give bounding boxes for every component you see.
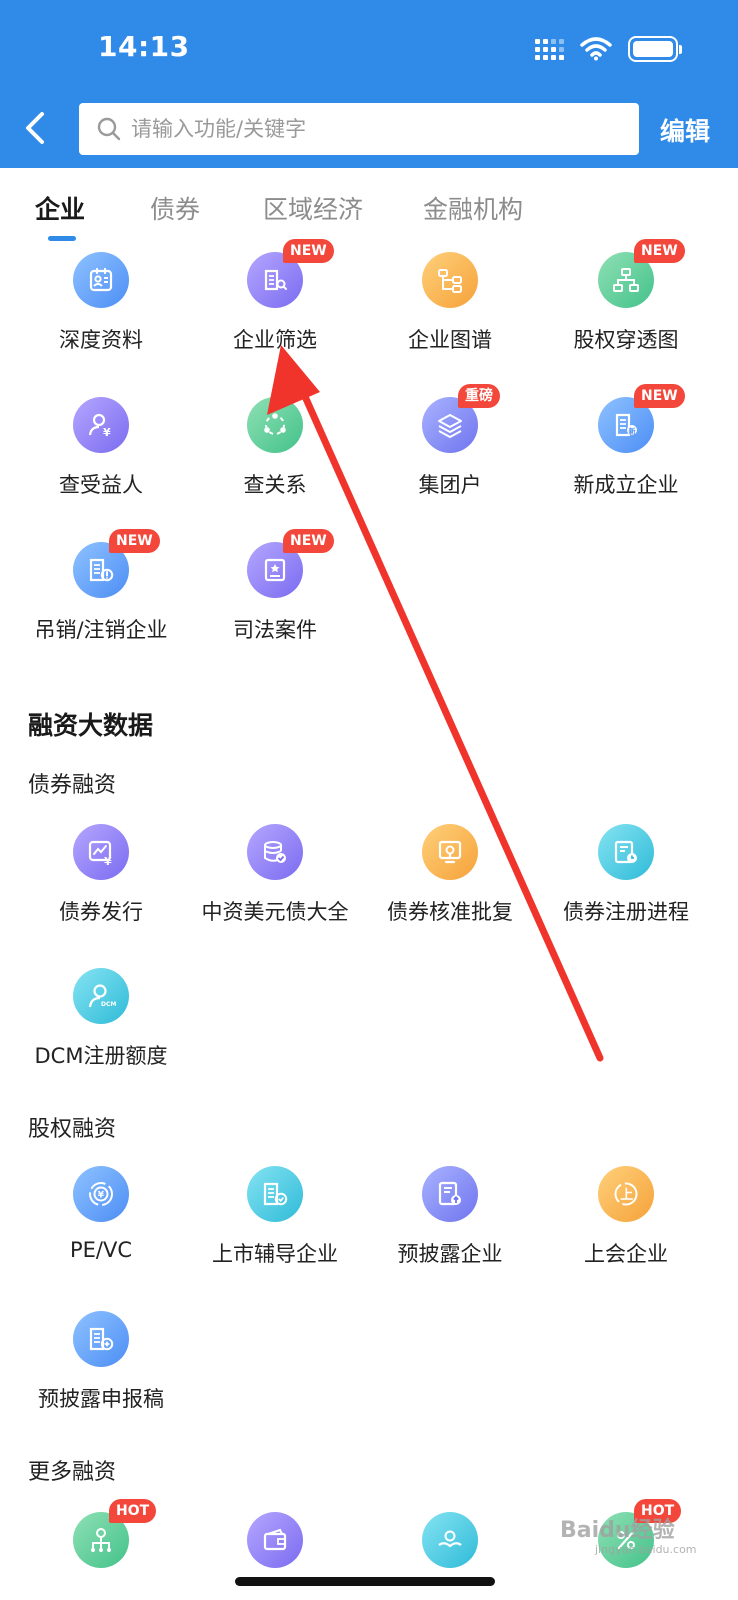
grid-item-meeting-company[interactable]: 上 上会企业 xyxy=(537,1166,715,1276)
featured-badge: 重磅 xyxy=(458,384,500,408)
tab-regional-economy[interactable]: 区域经济 xyxy=(263,190,363,226)
grid-item-label: 企业筛选 xyxy=(233,328,317,352)
subsection-title-equity: 股权融资 xyxy=(28,1117,117,1142)
grid-item-beneficiary[interactable]: ¥ 查受益人 xyxy=(12,397,190,507)
grid-item-company-graph[interactable]: 企业图谱 xyxy=(361,252,539,362)
search-icon xyxy=(97,117,121,141)
top-header: 14:13 编辑 xyxy=(0,0,738,168)
subsection-title-bond: 债券融资 xyxy=(28,773,117,798)
grid-item-label: 预披露申报稿 xyxy=(38,1387,164,1411)
grid-item-listing-tutoring[interactable]: 上市辅导企业 xyxy=(186,1166,364,1276)
hot-badge: HOT xyxy=(109,1499,157,1523)
grid-item-label: 债券发行 xyxy=(59,900,143,924)
grid-item-label: 上市辅导企业 xyxy=(212,1242,338,1266)
category-tabs: 企业 债券 区域经济 金融机构 xyxy=(0,168,738,246)
grid-item-group-account[interactable]: 重磅 集团户 xyxy=(361,384,539,507)
grid-item-bond-issuance[interactable]: ¥ 债券发行 xyxy=(12,824,190,934)
grid-item-judicial-case[interactable]: NEW 司法案件 xyxy=(186,529,364,652)
grid-item-label: 新成立企业 xyxy=(573,473,679,497)
grid-item-revoked-company[interactable]: NEW 吊销/注销企业 xyxy=(12,529,190,652)
dcm-user-icon: DCM xyxy=(73,968,129,1024)
grid-item-label: 股权穿透图 xyxy=(573,328,679,352)
document-upload-icon xyxy=(422,1166,478,1222)
grid-item-label: 查关系 xyxy=(243,473,307,497)
building-plus-icon xyxy=(73,1311,129,1367)
grid-item-label: 债券核准批复 xyxy=(387,900,513,924)
tab-bond[interactable]: 债券 xyxy=(150,190,200,226)
grid-item-pre-disclosure[interactable]: 预披露企业 xyxy=(361,1166,539,1276)
grid-item-label: 吊销/注销企业 xyxy=(34,618,168,642)
graph-tree-icon xyxy=(422,252,478,308)
grid-item-label: 集团户 xyxy=(418,473,482,497)
approval-stamp-icon xyxy=(422,824,478,880)
grid-item-label: 深度资料 xyxy=(59,328,143,352)
svg-text:新: 新 xyxy=(629,426,636,435)
grid-item-more-1[interactable]: HOT xyxy=(12,1499,190,1600)
cellular-signal-icon xyxy=(535,38,564,60)
edit-button[interactable]: 编辑 xyxy=(660,112,710,148)
grid-item-bond-registration[interactable]: 债券注册进程 xyxy=(537,824,715,934)
bond-chart-yen-icon: ¥ xyxy=(73,824,129,880)
listing-up-icon: 上 xyxy=(598,1166,654,1222)
new-badge: NEW xyxy=(634,239,685,263)
svg-text:¥: ¥ xyxy=(104,855,112,867)
person-yen-icon: ¥ xyxy=(73,397,129,453)
active-tab-indicator xyxy=(48,236,76,241)
grid-item-label: 债券注册进程 xyxy=(563,900,689,924)
battery-icon xyxy=(628,36,682,62)
grid-item-equity-penetration[interactable]: NEW 股权穿透图 xyxy=(537,239,715,362)
back-arrow-icon[interactable] xyxy=(18,108,54,148)
status-time: 14:13 xyxy=(98,30,190,63)
wallet-icon xyxy=(247,1512,303,1568)
svg-text:DCM: DCM xyxy=(101,1001,116,1008)
tab-enterprise[interactable]: 企业 xyxy=(35,190,85,226)
grid-item-label: DCM注册额度 xyxy=(34,1044,168,1068)
grid-item-pre-disclosure-draft[interactable]: 预披露申报稿 xyxy=(12,1311,190,1421)
grid-item-more-2[interactable] xyxy=(186,1512,364,1600)
new-badge: NEW xyxy=(283,529,334,553)
grid-item-relationship[interactable]: 查关系 xyxy=(186,397,364,507)
grid-item-label: 上会企业 xyxy=(584,1242,668,1266)
grid-item-new-company[interactable]: 新 NEW 新成立企业 xyxy=(537,384,715,507)
grid-item-label: 企业图谱 xyxy=(408,328,492,352)
section-title-financing: 融资大数据 xyxy=(28,711,154,740)
search-bar[interactable] xyxy=(79,103,639,155)
svg-text:¥: ¥ xyxy=(103,426,111,439)
relation-network-icon xyxy=(247,397,303,453)
svg-text:¥: ¥ xyxy=(98,1191,105,1201)
grid-item-more-3[interactable] xyxy=(361,1512,539,1600)
baidu-watermark-url: jingyan.baidu.com xyxy=(595,1543,697,1556)
tab-financial-institution[interactable]: 金融机构 xyxy=(423,190,523,226)
grid-item-dcm-quota[interactable]: DCM DCM注册额度 xyxy=(12,968,190,1078)
new-badge: NEW xyxy=(109,529,160,553)
yen-coin-icon: ¥ xyxy=(73,1166,129,1222)
grid-item-pe-vc[interactable]: ¥ PE/VC xyxy=(12,1166,190,1276)
grid-item-label: 中资美元债大全 xyxy=(201,900,349,924)
new-badge: NEW xyxy=(634,384,685,408)
grid-item-bond-approval[interactable]: 债券核准批复 xyxy=(361,824,539,934)
grid-item-usd-bond[interactable]: 中资美元债大全 xyxy=(186,824,364,934)
svg-text:上: 上 xyxy=(620,1188,633,1203)
registration-clock-icon xyxy=(598,824,654,880)
grid-item-deep-profile[interactable]: 深度资料 xyxy=(12,252,190,362)
database-check-icon xyxy=(247,824,303,880)
search-input[interactable] xyxy=(131,117,611,141)
grid-item-label: 司法案件 xyxy=(233,618,317,642)
status-icons xyxy=(535,36,682,62)
hands-icon xyxy=(422,1512,478,1568)
profile-card-icon xyxy=(73,252,129,308)
grid-item-label: PE/VC xyxy=(69,1238,133,1262)
subsection-title-more: 更多融资 xyxy=(28,1460,117,1485)
home-indicator[interactable] xyxy=(235,1577,495,1586)
grid-item-label: 查受益人 xyxy=(59,473,143,497)
building-check-icon xyxy=(247,1166,303,1222)
grid-item-company-filter[interactable]: NEW 企业筛选 xyxy=(186,239,364,362)
wifi-icon xyxy=(580,37,612,61)
new-badge: NEW xyxy=(283,239,334,263)
grid-item-label: 预披露企业 xyxy=(397,1242,503,1266)
baidu-watermark: Baidu经验 xyxy=(560,1518,675,1543)
